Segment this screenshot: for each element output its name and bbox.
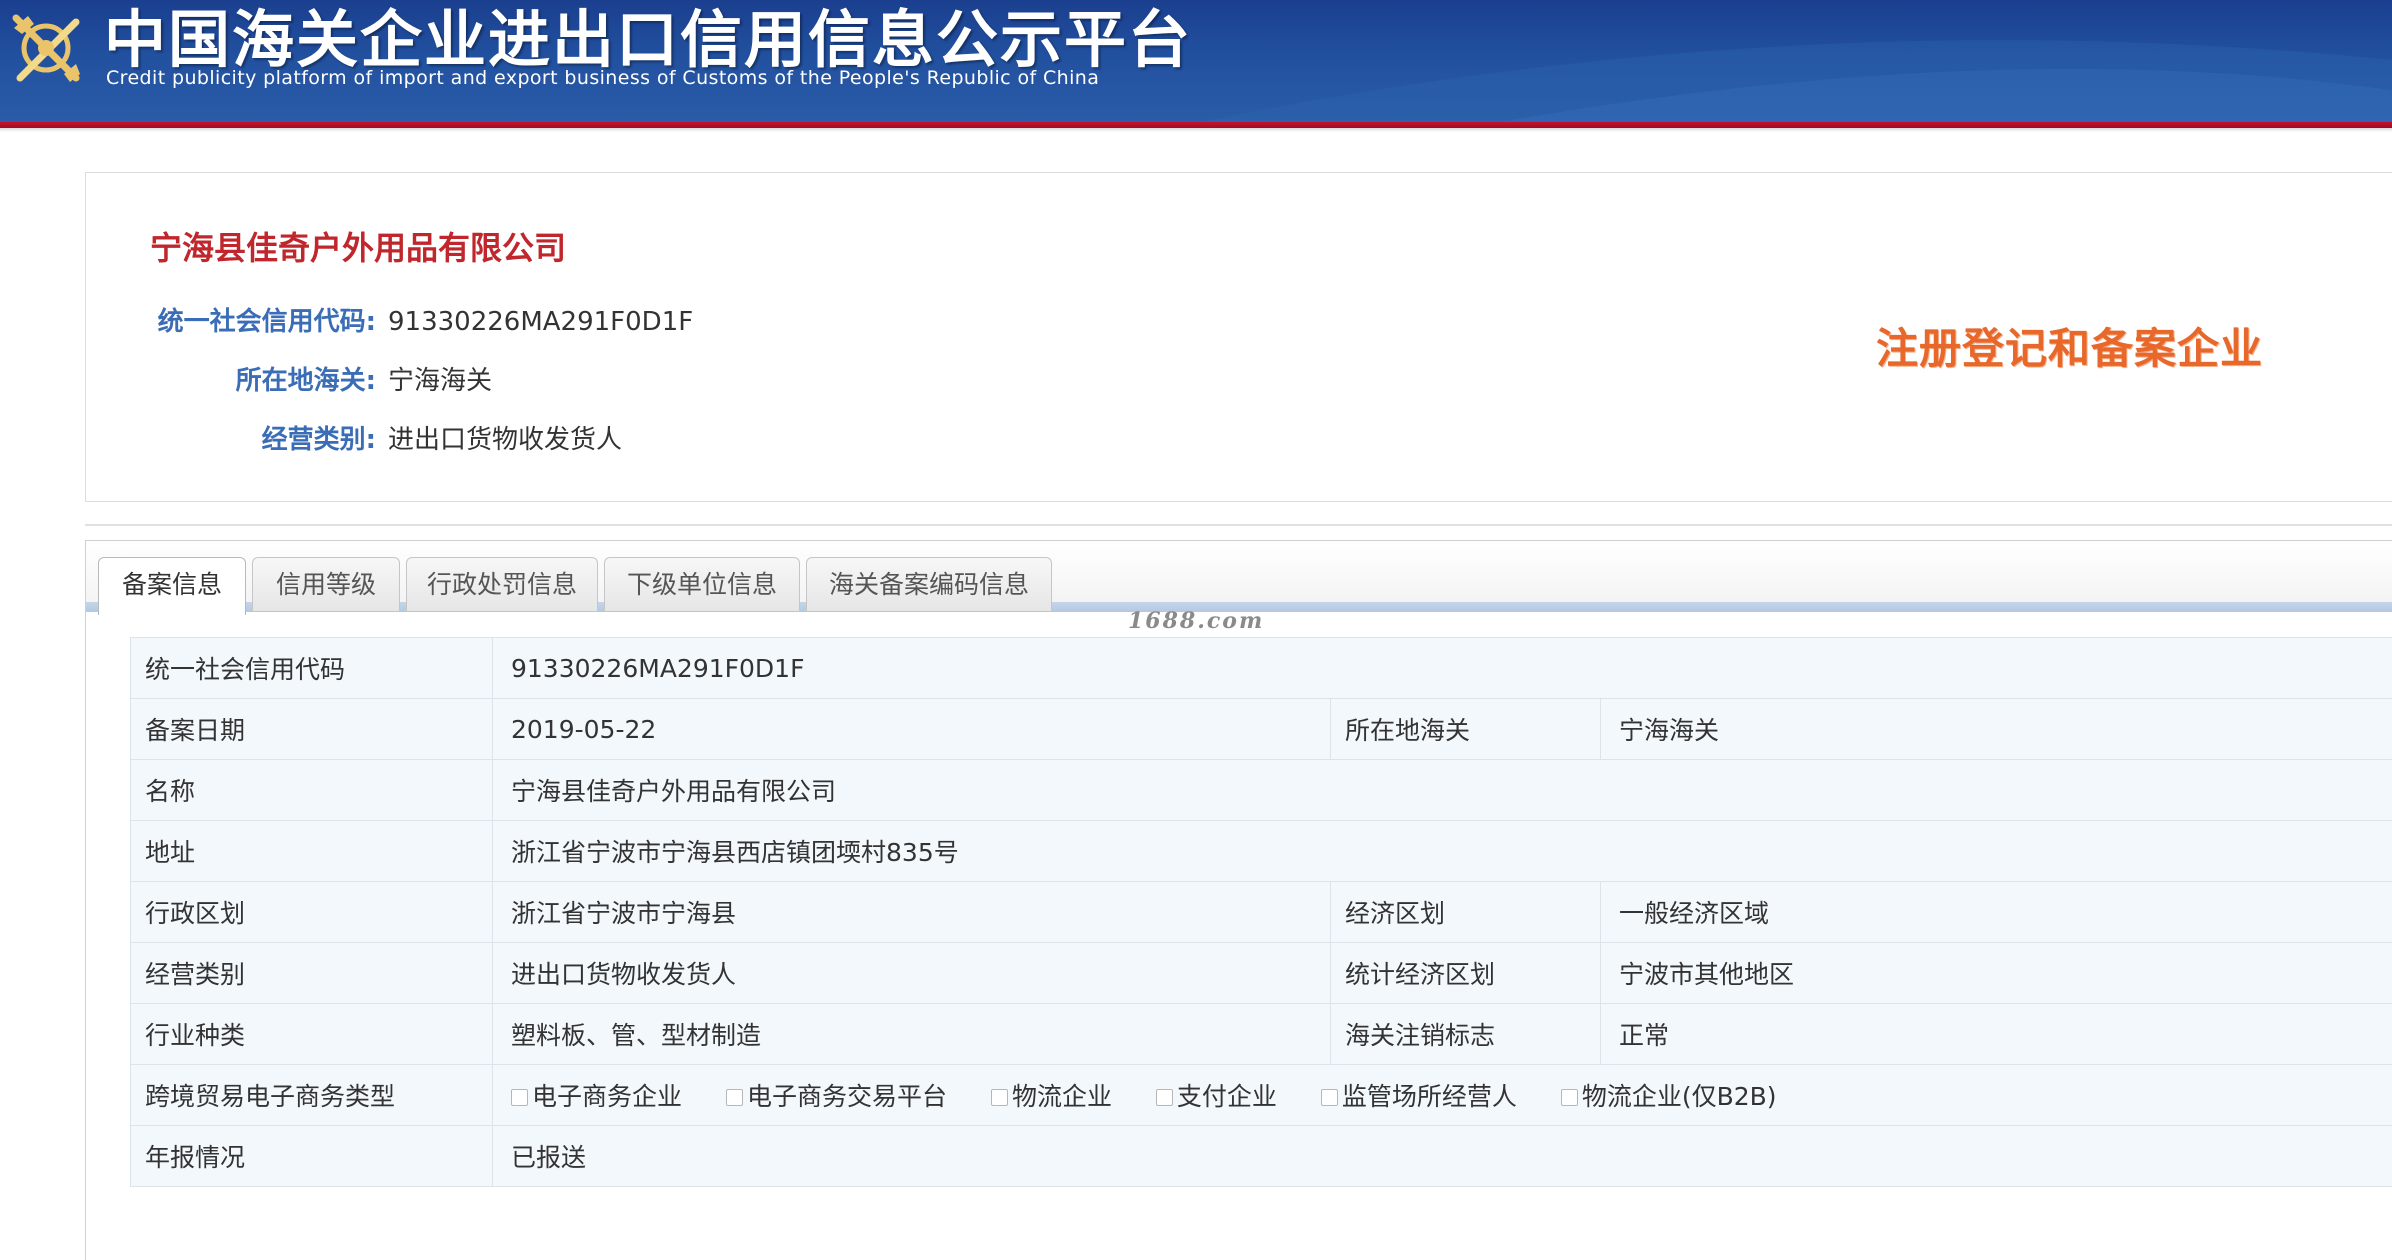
ecommerce-option-label: 电子商务交易平台 — [747, 1082, 947, 1111]
table-row: 跨境贸易电子商务类型 电子商务企业 电子商务交易平台 物流企业 支付企业 监管场… — [131, 1065, 2392, 1126]
cell-value-address: 浙江省宁波市宁海县西店镇团堧村835号 — [493, 821, 2392, 882]
logistics-b2b-checkbox[interactable] — [1561, 1089, 1578, 1106]
table-row: 统一社会信用代码 91330226MA291F0D1F — [131, 638, 2392, 699]
ecommerce-option-label: 支付企业 — [1177, 1082, 1277, 1111]
ecommerce-option-label: 电子商务企业 — [532, 1082, 682, 1111]
cell-value-cancel-flag: 正常 — [1601, 1004, 2392, 1065]
cell-value-industry: 塑料板、管、型材制造 — [493, 1004, 1331, 1065]
tab-credit-rating[interactable]: 信用等级 — [252, 557, 400, 611]
ecommerce-option-label: 物流企业 — [1012, 1082, 1112, 1111]
cell-value-admin-region: 浙江省宁波市宁海县 — [493, 882, 1331, 943]
registration-status-stamp: 注册登记和备案企业 — [1876, 315, 2263, 376]
record-info-table: 统一社会信用代码 91330226MA291F0D1F 备案日期 2019-05… — [130, 637, 2392, 1187]
cell-value-customs: 宁海海关 — [1601, 699, 2392, 760]
customs-value: 宁海海关 — [388, 360, 492, 397]
tab-subsidiary-units[interactable]: 下级单位信息 — [604, 557, 800, 611]
ecommerce-option: 电子商务企业 — [511, 1077, 682, 1113]
tab-admin-penalty[interactable]: 行政处罚信息 — [406, 557, 598, 611]
company-name: 宁海县佳奇户外用品有限公司 — [150, 223, 566, 269]
cell-label-industry: 行业种类 — [131, 1004, 493, 1065]
cell-label-record-date: 备案日期 — [131, 699, 493, 760]
cell-label-credit-code: 统一社会信用代码 — [131, 638, 493, 699]
business-type-label: 经营类别: — [86, 419, 376, 456]
table-row: 地址 浙江省宁波市宁海县西店镇团堧村835号 — [131, 821, 2392, 882]
cell-value-econ-region: 一般经济区域 — [1601, 882, 2392, 943]
ecommerce-option-label: 监管场所经营人 — [1342, 1082, 1517, 1111]
banner-shadow — [0, 128, 2392, 132]
supervision-operator-checkbox[interactable] — [1321, 1089, 1338, 1106]
site-subtitle: Credit publicity platform of import and … — [106, 67, 1099, 89]
cell-label-stat-region: 统计经济区划 — [1331, 943, 1601, 1004]
table-row: 名称 宁海县佳奇户外用品有限公司 — [131, 760, 2392, 821]
business-type-row: 经营类别: 进出口货物收发货人 — [86, 419, 622, 456]
cell-label-econ-region: 经济区划 — [1331, 882, 1601, 943]
cell-label-customs: 所在地海关 — [1331, 699, 1601, 760]
cell-value-name: 宁海县佳奇户外用品有限公司 — [493, 760, 2392, 821]
tab-customs-codes[interactable]: 海关备案编码信息 — [806, 557, 1052, 611]
cell-value-record-date: 2019-05-22 — [493, 699, 1331, 760]
ecommerce-platform-checkbox[interactable] — [726, 1089, 743, 1106]
payment-enterprise-checkbox[interactable] — [1156, 1089, 1173, 1106]
table-row: 行政区划 浙江省宁波市宁海县 经济区划 一般经济区域 — [131, 882, 2392, 943]
logistics-enterprise-checkbox[interactable] — [991, 1089, 1008, 1106]
cell-value-ecommerce: 电子商务企业 电子商务交易平台 物流企业 支付企业 监管场所经营人 物流企业(仅… — [493, 1065, 2392, 1126]
cell-label-ecommerce: 跨境贸易电子商务类型 — [131, 1065, 493, 1126]
customs-label: 所在地海关: — [86, 360, 376, 397]
cell-value-stat-region: 宁波市其他地区 — [1601, 943, 2392, 1004]
watermark-1688: 1688.com — [1128, 608, 1264, 634]
cell-value-credit-code: 91330226MA291F0D1F — [493, 638, 2392, 699]
company-summary-card: 宁海县佳奇户外用品有限公司 统一社会信用代码: 91330226MA291F0D1… — [85, 172, 2392, 502]
credit-code-value: 91330226MA291F0D1F — [388, 307, 693, 337]
table-row: 行业种类 塑料板、管、型材制造 海关注销标志 正常 — [131, 1004, 2392, 1065]
ecommerce-option: 电子商务交易平台 — [726, 1077, 947, 1113]
cell-label-annual-report: 年报情况 — [131, 1126, 493, 1187]
customs-emblem-icon — [6, 8, 86, 88]
table-row: 经营类别 进出口货物收发货人 统计经济区划 宁波市其他地区 — [131, 943, 2392, 1004]
header-banner: 中国海关企业进出口信用信息公示平台 Credit publicity platf… — [0, 0, 2392, 122]
cell-label-admin-region: 行政区划 — [131, 882, 493, 943]
cell-value-business-type: 进出口货物收发货人 — [493, 943, 1331, 1004]
cell-label-address: 地址 — [131, 821, 493, 882]
business-type-value: 进出口货物收发货人 — [388, 419, 622, 456]
ecommerce-option: 物流企业 — [991, 1077, 1112, 1113]
section-divider — [85, 524, 2392, 526]
customs-row: 所在地海关: 宁海海关 — [86, 360, 492, 397]
credit-code-label: 统一社会信用代码: — [86, 301, 376, 338]
ecommerce-option-label: 物流企业(仅B2B) — [1582, 1082, 1777, 1111]
credit-code-row: 统一社会信用代码: 91330226MA291F0D1F — [86, 301, 693, 338]
cell-value-annual-report: 已报送 — [493, 1126, 2392, 1187]
cell-label-name: 名称 — [131, 760, 493, 821]
cell-label-cancel-flag: 海关注销标志 — [1331, 1004, 1601, 1065]
cell-label-business-type: 经营类别 — [131, 943, 493, 1004]
ecommerce-option: 物流企业(仅B2B) — [1561, 1077, 1777, 1113]
table-row: 备案日期 2019-05-22 所在地海关 宁海海关 — [131, 699, 2392, 760]
tab-record-info[interactable]: 备案信息 — [98, 557, 246, 615]
ecommerce-enterprise-checkbox[interactable] — [511, 1089, 528, 1106]
table-row: 年报情况 已报送 — [131, 1126, 2392, 1187]
ecommerce-option: 支付企业 — [1156, 1077, 1277, 1113]
ecommerce-option: 监管场所经营人 — [1321, 1077, 1517, 1113]
